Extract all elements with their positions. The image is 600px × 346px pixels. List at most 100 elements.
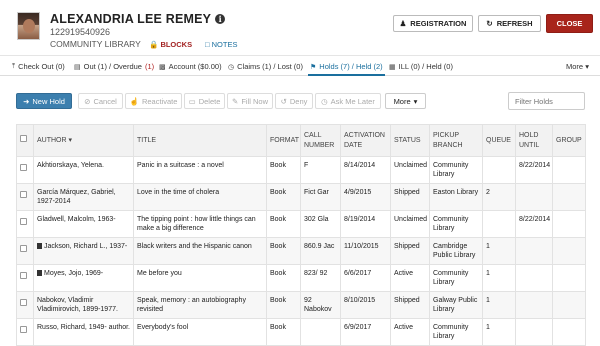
col-title[interactable]: TITLE: [133, 124, 267, 157]
table-row[interactable]: Moyes, Jojo, 1969- Me before you Book 82…: [16, 264, 586, 292]
delete-button[interactable]: ▭ Delete: [184, 93, 225, 109]
notes-link[interactable]: □ NOTES: [205, 40, 237, 49]
undo-icon: ↺: [280, 96, 287, 106]
tab-ill[interactable]: ▦ ILL (0) / Held (0): [389, 62, 453, 71]
format-cell: Book: [266, 291, 301, 319]
col-format[interactable]: FORMAT: [266, 124, 301, 157]
row-checkbox[interactable]: [20, 272, 27, 279]
fill-now-button[interactable]: ✎ Fill Now: [227, 93, 273, 109]
table-row[interactable]: Jackson, Richard L., 1937- Black writers…: [16, 237, 586, 265]
status-cell: Shipped: [390, 291, 430, 319]
notes-label: NOTES: [211, 40, 238, 49]
row-checkbox[interactable]: [20, 245, 27, 252]
patron-name: ALEXANDRIA LEE REMEY: [50, 12, 212, 26]
cancel-button[interactable]: ⊘ Cancel: [78, 93, 123, 109]
fill-now-label: Fill Now: [241, 96, 268, 106]
row-checkbox[interactable]: [20, 164, 27, 171]
patron-id: 122919540926: [50, 27, 111, 37]
author-cell: Jackson, Richard L., 1937-: [33, 237, 134, 265]
col-queue[interactable]: QUEUE: [482, 124, 516, 157]
col-activation-date[interactable]: ACTIVATION DATE: [340, 124, 391, 157]
new-hold-label: New Hold: [32, 96, 65, 106]
deny-button[interactable]: ↺ Deny: [275, 93, 313, 109]
activation-date-cell: 6/6/2017: [340, 264, 391, 292]
registration-button[interactable]: ♟ REGISTRATION: [393, 15, 473, 32]
col-author[interactable]: AUTHOR ▾: [33, 124, 134, 157]
note-icon: □: [205, 40, 210, 49]
col-author-label: AUTHOR: [37, 136, 67, 144]
queue-cell: 1: [482, 318, 516, 346]
tab-account-label: Account ($0.00): [168, 62, 222, 71]
group-cell: [552, 318, 586, 346]
table-row[interactable]: Gladwell, Malcolm, 1963- The tipping poi…: [16, 210, 586, 238]
select-all-checkbox[interactable]: [20, 135, 27, 143]
book-icon: [37, 243, 42, 249]
status-cell: Unclaimed: [390, 210, 430, 238]
reactivate-button[interactable]: ☝ Reactivate: [125, 93, 182, 109]
tab-more-label: More: [566, 62, 584, 71]
table-row[interactable]: García Márquez, Gabriel, 1927-2014 Love …: [16, 183, 586, 211]
activation-date-cell: 6/9/2017: [340, 318, 391, 346]
call-number-cell: 823/ 92: [300, 264, 341, 292]
format-cell: Book: [266, 318, 301, 346]
call-number-cell: [300, 318, 341, 346]
filter-holds-input[interactable]: [508, 92, 585, 110]
row-checkbox[interactable]: [20, 326, 27, 333]
hold-until-cell: [515, 183, 553, 211]
call-number-cell: 92 Nabokov: [300, 291, 341, 319]
title-cell: Panic in a suitcase : a novel: [133, 156, 267, 184]
tab-ill-label: ILL (0) / Held (0): [398, 62, 453, 71]
queue-cell: 2: [482, 183, 516, 211]
activation-date-cell: 8/10/2015: [340, 291, 391, 319]
queue-cell: 1: [482, 264, 516, 292]
thumbs-up-icon: ☝: [129, 96, 139, 106]
status-cell: Unclaimed: [390, 156, 430, 184]
table-row[interactable]: Russo, Richard, 1949- author. Everybody'…: [16, 318, 586, 346]
row-checkbox[interactable]: [20, 218, 27, 225]
status-cell: Shipped: [390, 237, 430, 265]
format-cell: Book: [266, 237, 301, 265]
row-checkbox[interactable]: [20, 191, 27, 198]
row-select-cell: [16, 210, 34, 238]
cancel-icon: ⊘: [84, 96, 91, 106]
pickup-branch-cell: Community Library: [429, 156, 483, 184]
refresh-button[interactable]: ↻ REFRESH: [478, 15, 541, 32]
col-status[interactable]: STATUS: [390, 124, 430, 157]
tab-account[interactable]: ▩ Account ($0.00): [159, 62, 222, 71]
row-checkbox[interactable]: [20, 299, 27, 306]
refresh-label: REFRESH: [496, 19, 533, 28]
pickup-branch-cell: Cambridge Public Library: [429, 237, 483, 265]
caret-down-icon: ▾: [413, 96, 418, 106]
queue-cell: 1: [482, 291, 516, 319]
col-pickup-branch[interactable]: PICKUP BRANCH: [429, 124, 483, 157]
delete-label: Delete: [198, 96, 221, 106]
deny-label: Deny: [289, 96, 308, 106]
more-dropdown[interactable]: More ▾: [385, 93, 426, 109]
col-hold-until[interactable]: HOLD UNTIL: [515, 124, 553, 157]
activation-date-cell: 4/9/2015: [340, 183, 391, 211]
col-group[interactable]: GROUP: [552, 124, 586, 157]
tab-claims[interactable]: ◷ Claims (1) / Lost (0): [228, 62, 303, 71]
edit-icon: ✎: [232, 96, 239, 106]
table-row[interactable]: Nabokov, Vladimir Vladimirovich, 1899-19…: [16, 291, 586, 319]
blocks-label: BLOCKS: [160, 40, 193, 49]
tab-check-out-label: Check Out (0): [18, 62, 65, 71]
group-cell: [552, 183, 586, 211]
tab-holds[interactable]: ⚑ Holds (7) / Held (2): [308, 62, 385, 76]
col-call-number[interactable]: CALL NUMBER: [300, 124, 341, 157]
close-button[interactable]: CLOSE: [546, 14, 593, 33]
ask-me-later-button[interactable]: ◷ Ask Me Later: [315, 93, 381, 109]
new-hold-button[interactable]: ➜ New Hold: [16, 93, 72, 109]
title-cell: Love in the time of cholera: [133, 183, 267, 211]
tab-out-label: Out (1) / Overdue: [83, 62, 142, 71]
tab-more-dropdown[interactable]: More ▾: [566, 62, 589, 71]
info-icon[interactable]: i: [215, 14, 226, 24]
table-row[interactable]: Akhtiorskaya, Yelena. Panic in a suitcas…: [16, 156, 586, 184]
tab-check-out[interactable]: ⤒ Check Out (0): [12, 62, 65, 71]
format-cell: Book: [266, 210, 301, 238]
trash-icon: ▭: [188, 96, 196, 106]
user-icon: ♟: [399, 19, 407, 28]
blocks-link[interactable]: 🔒 BLOCKS: [149, 40, 192, 49]
wallet-icon: ▩: [159, 63, 166, 71]
tab-out[interactable]: ▤ Out (1) / Overdue (1): [74, 62, 154, 71]
